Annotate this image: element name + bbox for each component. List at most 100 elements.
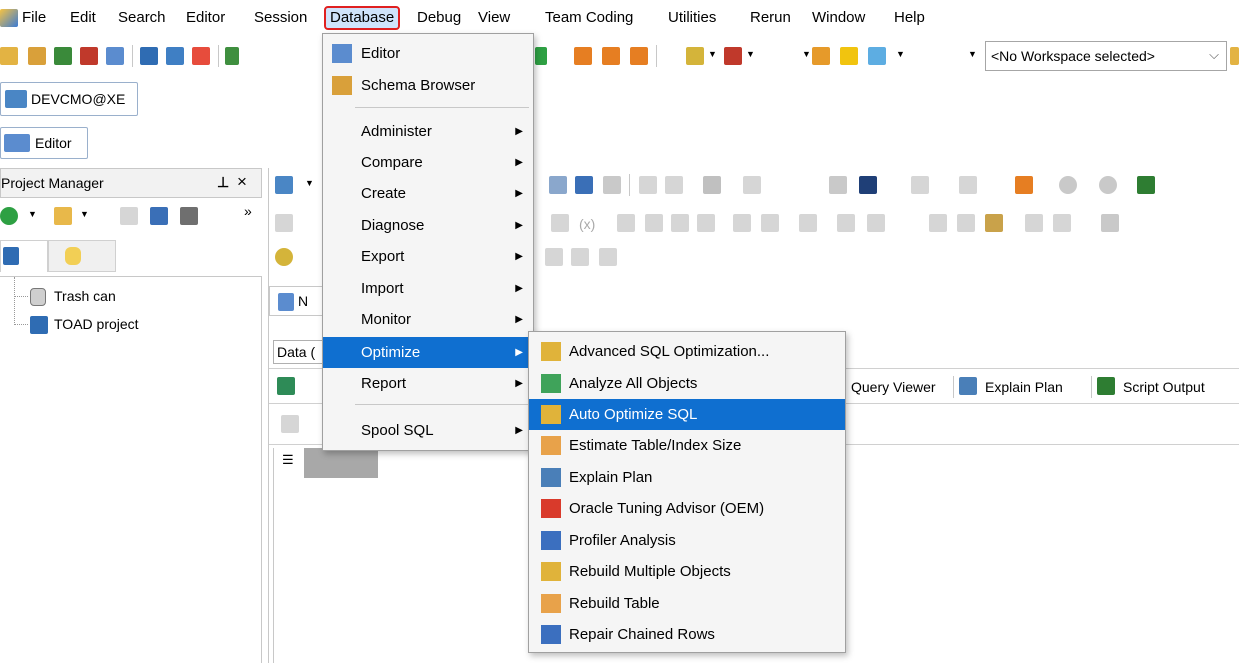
menu-team-coding[interactable]: Team Coding bbox=[541, 6, 637, 30]
menu-editor[interactable]: Editor bbox=[182, 6, 229, 30]
row-selector-icon[interactable]: ☰ bbox=[282, 452, 294, 468]
menu-view[interactable]: View bbox=[474, 6, 514, 30]
menu-item-diagnose[interactable]: Diagnose ▶ bbox=[323, 210, 533, 241]
plus-icon[interactable] bbox=[1015, 176, 1033, 194]
menu-item-report[interactable]: Report ▶ bbox=[323, 368, 533, 399]
alarm-bell-icon[interactable] bbox=[840, 47, 858, 65]
project-tab[interactable] bbox=[0, 240, 48, 272]
chevron-down-icon[interactable]: ▼ bbox=[305, 178, 314, 188]
menu-item-profiler-analysis[interactable]: Profiler Analysis bbox=[529, 525, 845, 556]
menu-database[interactable]: Database bbox=[324, 6, 401, 30]
menu-item-export[interactable]: Export ▶ bbox=[323, 241, 533, 272]
menu-item-import[interactable]: Import ▶ bbox=[323, 273, 533, 304]
tab-explain-plan[interactable]: Explain Plan bbox=[985, 379, 1063, 395]
save-icon[interactable] bbox=[549, 176, 567, 194]
print-icon[interactable] bbox=[180, 207, 198, 225]
menu-rerun[interactable]: Rerun bbox=[746, 6, 795, 30]
session-browser-icon[interactable] bbox=[166, 47, 184, 65]
forward-icon[interactable] bbox=[1099, 176, 1117, 194]
menu-item-rebuild-table[interactable]: Rebuild Table bbox=[529, 588, 845, 619]
debug-icon[interactable] bbox=[867, 214, 885, 232]
grid-icon[interactable] bbox=[911, 176, 929, 194]
menu-item-create[interactable]: Create ▶ bbox=[323, 178, 533, 209]
save-icon[interactable] bbox=[150, 207, 168, 225]
menu-utilities[interactable]: Utilities bbox=[664, 6, 720, 30]
sql-icon[interactable] bbox=[80, 47, 98, 65]
debug-icon[interactable] bbox=[799, 214, 817, 232]
clipboard-icon[interactable] bbox=[985, 214, 1003, 232]
menu-item-repair-chained-rows[interactable]: Repair Chained Rows bbox=[529, 619, 845, 650]
overflow-icon[interactable]: » bbox=[244, 203, 252, 219]
link-icon[interactable] bbox=[571, 248, 589, 266]
menu-search[interactable]: Search bbox=[114, 6, 170, 30]
pin-icon[interactable]: ⊥ bbox=[217, 174, 229, 191]
debug-icon[interactable] bbox=[733, 214, 751, 232]
menu-debug[interactable]: Debug bbox=[413, 6, 465, 30]
menu-item-administer[interactable]: Administer ▶ bbox=[323, 116, 533, 147]
menu-item-oracle-tuning-advisor[interactable]: Oracle Tuning Advisor (OEM) bbox=[529, 493, 845, 524]
format-icon[interactable] bbox=[639, 176, 657, 194]
menu-item-advanced-sql-optimization[interactable]: Advanced SQL Optimization... bbox=[529, 336, 845, 367]
connection-tab[interactable]: DEVCMO@XE bbox=[0, 82, 138, 116]
network-icon[interactable] bbox=[868, 47, 886, 65]
menu-item-spool-sql[interactable]: Spool SQL ▶ bbox=[323, 415, 533, 446]
tab-query-viewer[interactable]: Query Viewer bbox=[851, 379, 936, 395]
lock-icon[interactable] bbox=[281, 415, 299, 433]
import-icon[interactable] bbox=[602, 47, 620, 65]
grid-icon[interactable] bbox=[1053, 214, 1071, 232]
menu-item-schema-browser[interactable]: Schema Browser bbox=[323, 70, 533, 101]
chevron-down-icon[interactable]: ▼ bbox=[896, 49, 905, 59]
grid-icon[interactable] bbox=[929, 214, 947, 232]
menu-item-monitor[interactable]: Monitor ▶ bbox=[323, 304, 533, 335]
paren-icon[interactable]: (x) bbox=[579, 216, 595, 232]
chevron-down-icon[interactable]: ▼ bbox=[28, 209, 37, 219]
workspace-select[interactable]: <No Workspace selected> ⌵ bbox=[985, 41, 1227, 71]
globe-icon[interactable] bbox=[812, 47, 830, 65]
debug-icon[interactable] bbox=[761, 214, 779, 232]
schema-browser-icon[interactable] bbox=[28, 47, 46, 65]
new-file-icon[interactable] bbox=[120, 207, 138, 225]
database-tab[interactable] bbox=[48, 240, 116, 272]
menu-item-explain-plan[interactable]: Explain Plan bbox=[529, 462, 845, 493]
image-icon[interactable] bbox=[599, 248, 617, 266]
menu-item-estimate-table-index-size[interactable]: Estimate Table/Index Size bbox=[529, 430, 845, 461]
debug-icon[interactable] bbox=[837, 214, 855, 232]
editor-tab[interactable]: Editor bbox=[0, 127, 88, 159]
bell-icon[interactable] bbox=[630, 47, 648, 65]
window-icon[interactable] bbox=[106, 47, 124, 65]
tools-icon[interactable] bbox=[686, 47, 704, 65]
menu-file[interactable]: File bbox=[18, 6, 50, 30]
sql-editor-tab[interactable]: N bbox=[269, 286, 329, 316]
binoculars-icon[interactable] bbox=[1101, 214, 1119, 232]
page-icon[interactable] bbox=[545, 248, 563, 266]
menu-item-rebuild-multiple-objects[interactable]: Rebuild Multiple Objects bbox=[529, 556, 845, 587]
save-as-icon[interactable] bbox=[575, 176, 593, 194]
connect-icon[interactable] bbox=[225, 47, 239, 65]
menu-session[interactable]: Session bbox=[250, 6, 311, 30]
file-icon[interactable] bbox=[603, 176, 621, 194]
menu-help[interactable]: Help bbox=[890, 6, 929, 30]
grid-icon[interactable] bbox=[1025, 214, 1043, 232]
menu-item-analyze-all-objects[interactable]: Analyze All Objects bbox=[529, 368, 845, 399]
chevron-down-icon[interactable]: ▼ bbox=[968, 49, 977, 59]
menu-window[interactable]: Window bbox=[808, 6, 869, 30]
menu-item-optimize[interactable]: Optimize ▶ bbox=[323, 337, 533, 368]
project-icon[interactable] bbox=[140, 47, 158, 65]
data-grid-icon[interactable] bbox=[277, 377, 295, 395]
chevron-down-icon[interactable]: ▼ bbox=[80, 209, 89, 219]
play-disabled-icon[interactable] bbox=[275, 214, 293, 232]
compare-icon[interactable] bbox=[743, 176, 761, 194]
step-icon[interactable] bbox=[645, 214, 663, 232]
close-icon[interactable]: × bbox=[237, 172, 247, 192]
folder-icon[interactable] bbox=[54, 207, 72, 225]
add-circle-icon[interactable] bbox=[0, 207, 18, 225]
back-icon[interactable] bbox=[1059, 176, 1077, 194]
case-icon[interactable] bbox=[665, 176, 683, 194]
menu-edit[interactable]: Edit bbox=[66, 6, 100, 30]
grid-icon[interactable] bbox=[959, 176, 977, 194]
chevron-down-icon[interactable]: ▼ bbox=[708, 49, 717, 59]
connection-icon[interactable] bbox=[275, 176, 293, 194]
chevron-down-icon[interactable]: ▼ bbox=[802, 49, 811, 59]
sql-modeler-icon[interactable] bbox=[54, 47, 72, 65]
menu-item-compare[interactable]: Compare ▶ bbox=[323, 147, 533, 178]
